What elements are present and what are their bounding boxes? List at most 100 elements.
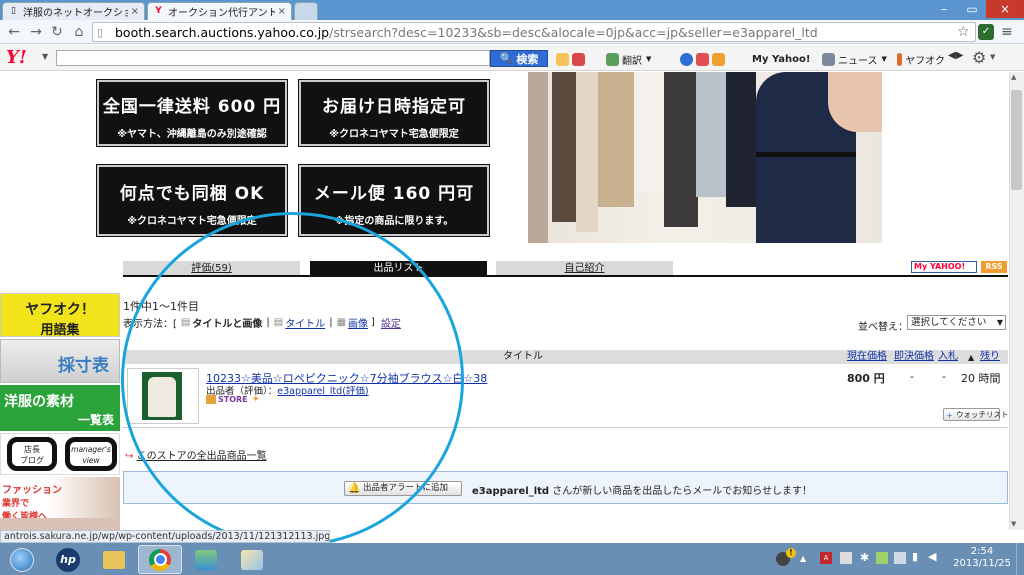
table-row: 10233☆美品☆ロペピクニック☆7分袖ブラウス☆白☆38 出品者（評価）：e3… (123, 366, 1009, 428)
all-items-link-wrap: ↪ このストアの全出品商品一覧 (125, 447, 267, 462)
extension-icon[interactable]: ✓ (978, 24, 994, 40)
bookmark-star-icon[interactable]: ☆ (957, 24, 970, 40)
close-icon[interactable]: × (131, 6, 139, 17)
scroll-down-icon[interactable]: ▼ (1011, 520, 1016, 528)
toolbar-settings-gear-icon[interactable]: ⚙ (972, 48, 986, 67)
network-app-button[interactable] (186, 545, 226, 574)
all-items-link[interactable]: このストアの全出品商品一覧 (137, 451, 267, 462)
chevron-down-icon: ▼ (881, 55, 887, 63)
page-info-icon: ▯ (97, 25, 104, 39)
view-image-link[interactable]: 画像 (348, 315, 368, 330)
tab-antrois[interactable]: ▯ 洋服のネットオークション代行 × (2, 2, 145, 20)
item-buynow: - (910, 370, 914, 383)
watchlist-button[interactable]: + ウォッチリスト (943, 408, 1009, 421)
hp-app-button[interactable]: hp (48, 545, 88, 574)
mail-icon[interactable] (712, 52, 725, 66)
list-header: タイトル 現在価格 即決価格 入札 ▲ 残り (123, 350, 1008, 364)
tray-battery-icon[interactable] (876, 552, 888, 564)
taskbar-clock[interactable]: 2:54 2013/11/25 (952, 546, 1012, 570)
header-photo (528, 72, 882, 243)
settings-link[interactable]: 設定 (381, 315, 401, 330)
minimize-icon[interactable]: – (930, 0, 958, 18)
chevron-down-icon[interactable]: ▼ (42, 52, 48, 61)
tray-adobe-icon[interactable]: A (820, 552, 832, 564)
translate-button[interactable]: 翻訳 ▼ (606, 52, 651, 67)
header-bids[interactable]: 入札 (938, 350, 958, 364)
sidebar-glossary-banner[interactable]: ヤフオク！ 用語集 (0, 293, 120, 338)
new-tab-button[interactable] (294, 2, 318, 20)
alert-bell-icon: 🔔 (348, 483, 361, 494)
friends-icon[interactable] (696, 52, 709, 66)
start-button[interactable] (4, 545, 40, 574)
scrollbar-thumb[interactable] (1011, 90, 1022, 190)
bookmark-icon[interactable] (572, 52, 585, 66)
clock-time: 2:54 (970, 546, 994, 557)
header-current-price[interactable]: 現在価格 (847, 350, 887, 364)
myyahoo-link[interactable]: My Yahoo! (752, 52, 810, 66)
chrome-taskbar-button[interactable] (138, 545, 182, 574)
header-buynow-price[interactable]: 即決価格 (894, 350, 934, 364)
page-icon: ▯ (11, 6, 16, 16)
title-image-view-icon: ▤ (180, 317, 191, 328)
close-icon[interactable]: × (278, 6, 286, 17)
tray-bluetooth-icon[interactable]: ✱ (860, 551, 869, 564)
sort-select[interactable]: 選択してください ▼ (907, 315, 1006, 330)
folder-icon (103, 550, 125, 569)
banner-shipping: 全国一律送料 600 円 ※ヤマト、沖縄離島のみ別途確認 (97, 80, 287, 146)
back-arrow-icon[interactable]: ← (5, 23, 23, 41)
news-menu[interactable]: ニュース ▼ (822, 52, 887, 67)
tray-warning-icon[interactable]: ! (786, 548, 796, 558)
sidebar-next-banner (0, 518, 120, 530)
yahoo-logo[interactable]: Y! (6, 47, 27, 68)
tray-app-icon[interactable] (894, 552, 906, 564)
add-to-myyahoo-button[interactable]: My YAHOO! (911, 261, 977, 273)
yahoo-search-button[interactable]: 🔍 検索 (490, 50, 548, 67)
news-icon (822, 52, 835, 66)
seller-alert-button[interactable]: 🔔 出品者アラートに追加 (344, 481, 462, 496)
header-title: タイトル (503, 351, 543, 362)
yafuoku-menu[interactable]: ヤフオク (897, 52, 945, 66)
scroll-up-icon[interactable]: ▲ (1011, 73, 1016, 81)
yahoo-share-icons[interactable] (680, 52, 728, 66)
watch-plus-icon: + (946, 411, 953, 420)
tab-self-intro[interactable]: 自己紹介 (496, 261, 673, 276)
view-title-image[interactable]: タイトルと画像 (192, 315, 262, 330)
tab-underline (123, 275, 1008, 277)
windows-logo-icon (10, 547, 34, 572)
sidebar-manager-blog-banner[interactable]: 店長 ブログ manager's view (0, 433, 120, 475)
sidebar-materials-banner[interactable]: 洋服の素材 一覧表 (0, 385, 120, 431)
paint-app-button[interactable] (232, 545, 272, 574)
tray-wifi-icon[interactable]: ▮ (912, 550, 918, 563)
address-bar[interactable]: ▯ booth.search.auctions.yahoo.co.jp/strs… (92, 22, 976, 42)
seller-link[interactable]: e3apparel_ltd (277, 386, 342, 397)
home-icon[interactable]: ⌂ (70, 23, 88, 41)
toolbar-scroll-arrows-icon[interactable]: ◀▶ (948, 50, 963, 61)
tab-yahoo-auction[interactable]: Y オークション代行アントロワ (e × (147, 2, 292, 20)
show-desktop-button[interactable] (1016, 543, 1024, 575)
title-view-icon: ▤ (273, 317, 284, 328)
seller-rating-link[interactable]: (評価) (342, 386, 368, 397)
explorer-button[interactable] (94, 545, 134, 574)
tray-expand-icon[interactable]: ▲ (800, 554, 806, 563)
sidebar-size-chart-banner[interactable]: 採寸表 (0, 339, 120, 383)
maximize-icon[interactable]: ▭ (958, 0, 986, 18)
rss-button[interactable]: RSS (981, 261, 1007, 273)
tab-listings[interactable]: 出品リスト (310, 261, 487, 276)
header-remaining[interactable]: 残り (980, 350, 1000, 364)
tray-volume-icon[interactable]: ◀ (928, 550, 936, 563)
tab-reviews[interactable]: 評価(59) (123, 261, 300, 276)
window-close-icon[interactable]: × (986, 0, 1024, 18)
menu-icon[interactable]: ≡ (1001, 24, 1013, 40)
weather-icon[interactable] (556, 52, 569, 66)
auction-hammer-icon (897, 52, 903, 66)
favorite-star-icon[interactable] (680, 52, 693, 66)
sort-label: 並べ替え： (858, 322, 908, 333)
yahoo-search-input[interactable] (56, 50, 490, 66)
tray-flag-icon[interactable] (840, 552, 852, 564)
item-thumbnail[interactable] (127, 368, 199, 424)
reload-icon[interactable]: ↻ (48, 23, 66, 41)
yahoo-tool-icons[interactable] (556, 52, 588, 66)
forward-arrow-icon[interactable]: → (27, 23, 45, 41)
view-title-link[interactable]: タイトル (285, 315, 325, 330)
chevron-down-icon[interactable]: ▼ (990, 53, 995, 61)
